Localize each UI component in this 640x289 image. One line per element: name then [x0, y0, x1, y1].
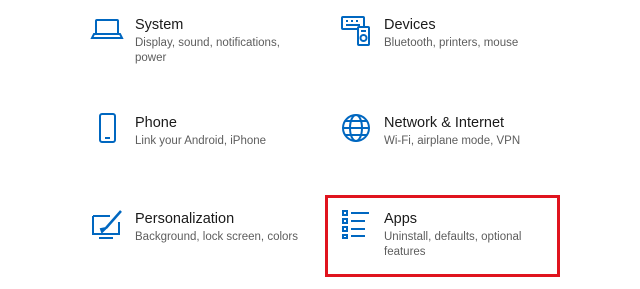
tile-description: Wi-Fi, airplane mode, VPN [384, 135, 521, 147]
globe-icon [338, 112, 374, 148]
laptop-icon [89, 14, 125, 50]
tile-network[interactable]: Network & Internet Wi-Fi, airplane mode,… [338, 112, 568, 149]
phone-icon [89, 112, 125, 148]
tile-description: Bluetooth, printers, mouse [384, 37, 519, 49]
tile-personalization[interactable]: Personalization Background, lock screen,… [89, 208, 319, 245]
tile-title: Phone [135, 115, 177, 131]
tile-devices[interactable]: Devices Bluetooth, printers, mouse [338, 14, 568, 51]
tile-title: Devices [384, 17, 436, 33]
tile-description: Display, sound, notifications, power [135, 37, 280, 64]
tile-system[interactable]: System Display, sound, notifications, po… [89, 14, 319, 66]
tile-description: Background, lock screen, colors [135, 231, 298, 243]
tile-title: Personalization [135, 211, 235, 227]
tile-apps[interactable]: Apps Uninstall, defaults, optional featu… [338, 208, 568, 260]
paint-brush-icon [89, 208, 125, 244]
apps-list-icon [338, 208, 374, 244]
devices-icon [338, 14, 374, 50]
tile-description: Uninstall, defaults, optional features [384, 231, 522, 258]
tile-title: Network & Internet [384, 115, 505, 131]
tile-title: Apps [384, 211, 418, 227]
tile-description: Link your Android, iPhone [135, 135, 267, 147]
tile-title: System [135, 17, 184, 33]
tile-phone[interactable]: Phone Link your Android, iPhone [89, 112, 319, 149]
